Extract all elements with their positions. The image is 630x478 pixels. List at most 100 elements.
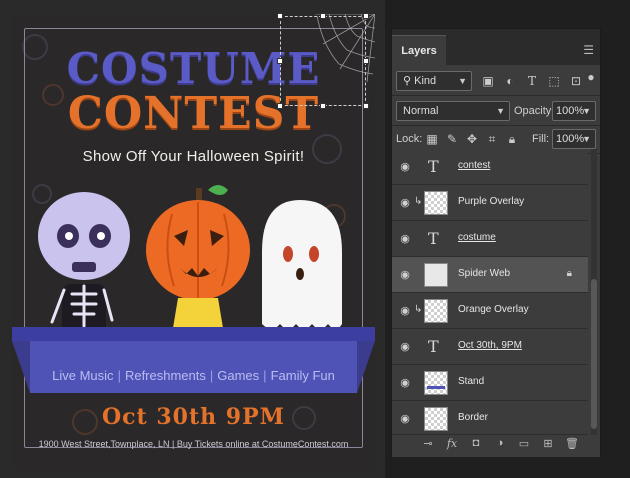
layers-panel: Layers ☰ ⚲ Kind ▼ ▣ ◐ T ⬚ ⊡ ● Normal ▼ O… [391,28,601,457]
layer-row-spider-web[interactable]: ◉ Spider Web 🔒︎ [392,257,588,293]
trash-icon[interactable]: 🗑︎ [564,437,580,450]
lock-image-brush-icon[interactable]: ✎ [444,131,460,147]
stand-side-right [357,341,375,393]
visibility-eye-icon[interactable]: ◉ [398,341,412,353]
opacity-label: Opacity: [514,105,555,117]
lock-artboard-icon[interactable]: ⌗ [484,131,500,147]
adjustment-filter-icon[interactable]: ◐ [502,73,518,89]
event-date: Oct 30th 9PM [101,404,285,430]
fx-icon[interactable]: fx [444,437,460,450]
transform-handle[interactable] [320,13,326,19]
chevron-down-icon: ▼ [582,106,591,116]
activity-live-music: Live Music [52,368,114,383]
blend-mode-value: Normal [403,105,439,117]
kind-filter-value: Kind [414,75,437,87]
tagline: Show Off Your Halloween Spirit! [82,148,305,165]
kind-filter-dropdown[interactable]: ⚲ Kind ▼ [396,71,472,91]
hamburger-icon[interactable]: ☰ [583,43,594,57]
layer-row-contest[interactable]: ◉ T contest [392,149,588,185]
scrollbar-thumb[interactable] [591,279,597,429]
lock-all-icon[interactable]: 🔒︎ [504,131,520,147]
adjustment-icon[interactable]: ◑ [492,437,508,449]
lock-transparent-icon[interactable]: ▦ [424,131,440,147]
activities-line: Live Music | Refreshments | Games | Family Fun [30,368,357,383]
layers-panel-body: ⚲ Kind ▼ ▣ ◐ T ⬚ ⊡ ● Normal ▼ Opacity: 1… [392,65,600,457]
separator: | [209,368,214,383]
folder-icon[interactable]: ▭ [516,437,532,450]
transform-handle[interactable] [363,13,369,19]
layer-name[interactable]: Spider Web [458,268,510,279]
fill-field[interactable]: 100% ▼ [552,129,596,149]
selection-bounding-box[interactable] [280,16,366,106]
document-canvas[interactable]: COSTUME CONTEST Show Off Your Halloween … [0,0,385,478]
layer-name[interactable]: Purple Overlay [458,196,524,207]
smart-object-filter-icon[interactable]: ⊡ [568,73,584,89]
stand [30,341,357,393]
fill-label: Fill: [532,133,550,145]
layer-row-costume[interactable]: ◉ T costume [392,221,588,257]
layer-row-date[interactable]: ◉ T Oct 30th, 9PM [392,329,588,365]
transform-handle[interactable] [277,58,283,64]
separator: | [117,368,121,383]
stand-top [12,327,375,341]
layer-thumbnail [424,263,448,287]
layer-name[interactable]: Oct 30th, 9PM [458,340,522,351]
layer-name[interactable]: Orange Overlay [458,304,529,315]
opacity-field[interactable]: 100% ▼ [552,101,596,121]
activity-family-fun: Family Fun [270,368,335,383]
visibility-eye-icon[interactable]: ◉ [398,233,412,245]
poster-footer: 1900 West Street,Townplace, LN | Buy Tic… [38,439,349,449]
filter-toggle-icon[interactable]: ● [586,69,596,85]
visibility-eye-icon[interactable]: ◉ [398,305,412,317]
fill-value: 100% [556,133,585,145]
layer-row-purple-overlay[interactable]: ◉ ↳ Purple Overlay [392,185,588,221]
text-layer-icon: T [428,229,439,248]
layer-name[interactable]: Border [458,412,488,423]
layer-name[interactable]: contest [458,160,490,171]
layer-thumbnail [424,371,448,395]
visibility-eye-icon[interactable]: ◉ [398,269,412,281]
photoshop-window: COSTUME CONTEST Show Off Your Halloween … [0,0,630,478]
visibility-eye-icon[interactable]: ◉ [398,377,412,389]
lock-position-move-icon[interactable]: ✥ [464,131,480,147]
clipping-mask-icon: ↳ [414,196,423,207]
chevron-down-icon: ▼ [582,134,591,144]
type-filter-icon[interactable]: T [524,73,540,89]
divider [392,95,600,96]
link-icon[interactable]: ⊸ [420,437,436,450]
layer-thumbnail [424,299,448,323]
mask-icon[interactable]: ◘ [468,437,484,449]
lock-label: Lock: [396,133,423,145]
search-icon: ⚲ [403,75,415,87]
layer-thumbnail [424,191,448,215]
layer-row-orange-overlay[interactable]: ◉ ↳ Orange Overlay [392,293,588,329]
transform-handle[interactable] [277,13,283,19]
layer-thumbnail [424,407,448,431]
transform-handle[interactable] [320,103,326,109]
activity-games: Games [217,368,260,383]
stand-side-left [12,341,30,393]
visibility-eye-icon[interactable]: ◉ [398,413,412,425]
chevron-down-icon: ▼ [458,76,467,86]
divider [392,125,600,126]
transform-handle[interactable] [277,103,283,109]
visibility-eye-icon[interactable]: ◉ [398,161,412,173]
shape-filter-icon[interactable]: ⬚ [546,73,562,89]
tab-layers[interactable]: Layers [392,35,446,65]
layer-name[interactable]: Stand [458,376,484,387]
text-layer-icon: T [428,157,439,176]
layer-row-border[interactable]: ◉ Border [392,401,588,435]
lock-icon[interactable]: 🔒︎ [567,268,572,279]
image-filter-icon[interactable]: ▣ [480,73,496,89]
chevron-down-icon: ▼ [496,106,505,116]
transform-handle[interactable] [363,103,369,109]
layer-row-stand[interactable]: ◉ Stand [392,365,588,401]
blend-mode-dropdown[interactable]: Normal ▼ [396,101,510,121]
panel-tabbar: Layers ☰ [392,29,600,65]
layers-scrollbar[interactable] [591,149,597,435]
layers-list: ◉ T contest ◉ ↳ Purple Overlay ◉ T costu… [392,149,588,435]
transform-handle[interactable] [363,58,369,64]
new-layer-icon[interactable]: ⊞ [540,437,556,450]
layer-name[interactable]: costume [458,232,496,243]
visibility-eye-icon[interactable]: ◉ [398,197,412,209]
